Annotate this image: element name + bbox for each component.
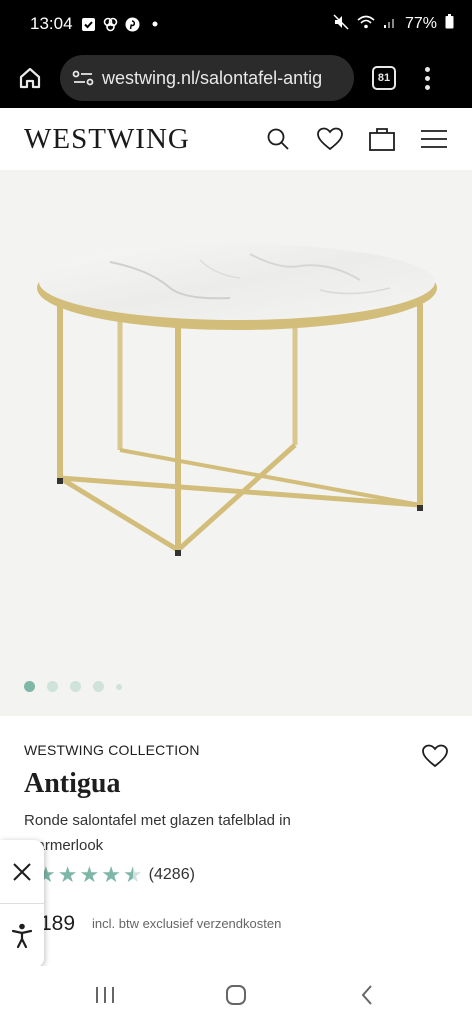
gallery-dot[interactable] xyxy=(24,681,35,692)
gallery-dot[interactable] xyxy=(70,681,81,692)
battery-icon xyxy=(445,14,454,34)
star-icon: ★ xyxy=(101,862,121,887)
mute-icon xyxy=(333,13,349,35)
tab-switcher-button[interactable]: 81 xyxy=(372,66,396,90)
gallery-pagination xyxy=(24,681,122,692)
product-rating[interactable]: ★ ★ ★ ★ ★ (4286) xyxy=(36,864,195,886)
site-settings-icon xyxy=(72,70,94,86)
wishlist-heart-icon[interactable] xyxy=(422,744,448,768)
home-icon xyxy=(19,67,41,89)
status-bar: 13:04 77% xyxy=(0,0,472,48)
product-brand[interactable]: WESTWING COLLECTION xyxy=(24,742,200,758)
home-nav-icon[interactable] xyxy=(224,983,248,1007)
product-description: Ronde salontafel met glazen tafelblad in… xyxy=(24,812,291,854)
accessibility-widget xyxy=(0,840,44,968)
browser-toolbar: westwing.nl/salontafel-antig 81 xyxy=(0,48,472,108)
more-notifications-dot-icon xyxy=(147,16,163,32)
gallery-dot[interactable] xyxy=(116,683,122,690)
system-indicators: 77% xyxy=(333,13,454,35)
menu-dot xyxy=(424,75,430,81)
accessibility-button[interactable] xyxy=(0,904,44,968)
product-price: 189 xyxy=(40,912,76,935)
close-icon xyxy=(13,862,31,881)
header-actions xyxy=(264,125,448,153)
notification-icons xyxy=(81,16,163,32)
menu-dot xyxy=(424,84,430,90)
browser-home-button[interactable] xyxy=(10,58,50,98)
westwing-logo[interactable]: WESTWING xyxy=(24,123,190,156)
gallery-dot[interactable] xyxy=(47,681,58,692)
back-icon[interactable] xyxy=(355,983,379,1007)
star-icon: ★ xyxy=(57,862,78,887)
recent-apps-icon[interactable] xyxy=(93,983,117,1007)
browser-menu-button[interactable] xyxy=(422,66,432,90)
address-bar[interactable]: westwing.nl/salontafel-antig xyxy=(60,55,354,101)
accessibility-icon xyxy=(11,923,33,949)
product-info: WESTWING COLLECTION Antigua Ronde salont… xyxy=(0,716,472,966)
heart-icon[interactable] xyxy=(316,125,344,153)
gallery-dot[interactable] xyxy=(93,681,104,692)
review-count: (4286) xyxy=(148,866,195,883)
system-navigation-bar xyxy=(0,966,472,1024)
hamburger-icon[interactable] xyxy=(420,125,448,153)
tax-note: incl. btw exclusief verzendkosten xyxy=(92,916,282,931)
search-icon[interactable] xyxy=(264,125,292,153)
pinterest-notification-icon xyxy=(125,16,141,32)
menu-dot xyxy=(424,66,430,72)
star-icon: ★ xyxy=(79,862,100,887)
product-image-gallery[interactable] xyxy=(0,170,472,716)
bag-icon[interactable] xyxy=(368,125,396,153)
pinwheel-notification-icon xyxy=(103,16,119,32)
close-widget-button[interactable] xyxy=(0,840,44,904)
product-image-coffee-table xyxy=(37,244,437,556)
signal-icon xyxy=(383,15,397,34)
battery-level: 77% xyxy=(404,15,437,32)
checkbox-notification-icon xyxy=(81,16,97,32)
clock: 13:04 xyxy=(30,14,73,33)
site-header: WESTWING xyxy=(0,108,472,170)
half-star-icon: ★ xyxy=(122,862,143,887)
url-text: westwing.nl/salontafel-antig xyxy=(102,67,323,88)
wifi-icon xyxy=(357,15,375,34)
product-name: Antigua xyxy=(24,768,121,799)
